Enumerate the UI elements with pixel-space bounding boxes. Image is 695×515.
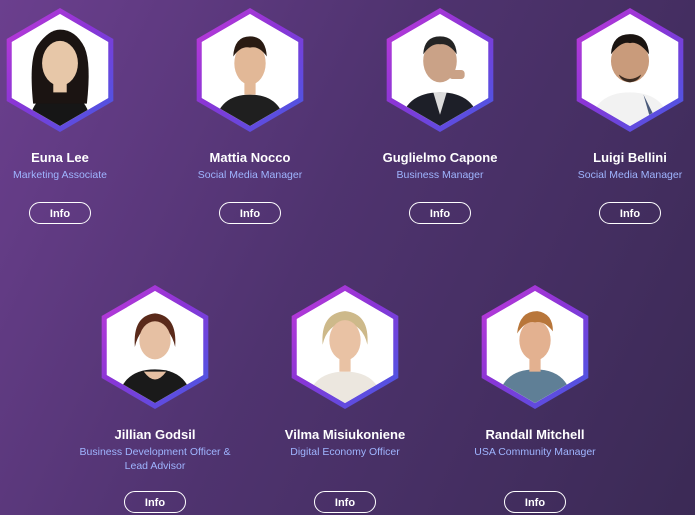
member-name: Euna Lee <box>31 150 89 165</box>
team-card: Euna Lee Marketing Associate Info <box>0 8 155 224</box>
team-card: Vilma Misiukoniene Digital Economy Offic… <box>250 285 440 513</box>
avatar-frame <box>568 8 692 132</box>
member-role: USA Community Manager <box>474 446 596 458</box>
member-name: Luigi Bellini <box>593 150 667 165</box>
avatar-frame <box>378 8 502 132</box>
member-role: Digital Economy Officer <box>290 446 400 458</box>
info-button[interactable]: Info <box>504 491 566 513</box>
member-name: Randall Mitchell <box>485 427 585 442</box>
member-role: Social Media Manager <box>577 169 683 181</box>
member-role: Business Development Officer & Lead Advi… <box>79 446 231 472</box>
info-button[interactable]: Info <box>29 202 91 224</box>
info-button[interactable]: Info <box>124 491 186 513</box>
member-name: Guglielmo Capone <box>382 150 498 165</box>
member-name: Mattia Nocco <box>209 150 291 165</box>
team-card: Randall Mitchell USA Community Manager I… <box>440 285 630 513</box>
avatar-frame <box>93 285 217 409</box>
team-card: Guglielmo Capone Business Manager Info <box>345 8 535 224</box>
member-name: Jillian Godsil <box>114 427 196 442</box>
avatar-frame <box>188 8 312 132</box>
member-role: Marketing Associate <box>13 169 107 181</box>
info-button[interactable]: Info <box>599 202 661 224</box>
team-card: Jillian Godsil Business Development Offi… <box>60 285 250 513</box>
info-button[interactable]: Info <box>314 491 376 513</box>
info-button[interactable]: Info <box>219 202 281 224</box>
info-button[interactable]: Info <box>409 202 471 224</box>
team-card: Luigi Bellini Social Media Manager Info <box>535 8 695 224</box>
avatar-frame <box>0 8 122 132</box>
member-role: Social Media Manager <box>197 169 303 181</box>
avatar-frame <box>473 285 597 409</box>
team-card: Mattia Nocco Social Media Manager Info <box>155 8 345 224</box>
avatar-frame <box>283 285 407 409</box>
member-name: Vilma Misiukoniene <box>284 427 406 442</box>
member-role: Business Manager <box>396 169 484 181</box>
